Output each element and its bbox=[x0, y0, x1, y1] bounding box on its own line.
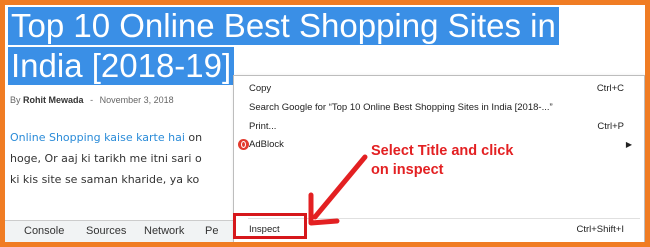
menu-item-label: Copy bbox=[249, 83, 272, 94]
menu-item-label: Search Google for “Top 10 Online Best Sh… bbox=[249, 102, 553, 113]
menu-item-copy[interactable]: Copy Ctrl+C bbox=[249, 81, 634, 97]
menu-item-label: AdBlock bbox=[249, 139, 284, 150]
menu-item-shortcut: Ctrl+Shift+I bbox=[576, 224, 624, 235]
inspect-highlight-box bbox=[233, 213, 307, 239]
menu-item-print[interactable]: Print... Ctrl+P bbox=[249, 119, 634, 135]
menu-item-shortcut: Ctrl+C bbox=[596, 83, 624, 94]
byline-separator: - bbox=[90, 95, 94, 105]
body-line-text: hoge, Or aaj ki tarikh me itni sari o bbox=[10, 152, 202, 165]
author-link[interactable]: Rohit Mewada bbox=[23, 95, 84, 105]
annotation-line-2: on inspect bbox=[371, 162, 444, 178]
article-body: Online Shopping kaise karte hai on hoge,… bbox=[10, 127, 240, 232]
menu-item-label: Print... bbox=[249, 121, 277, 132]
submenu-arrow-icon: ▶ bbox=[625, 140, 632, 149]
body-line: hoge, Or aaj ki tarikh me itni sari o bbox=[10, 148, 240, 169]
annotation-text: Select Title and click on inspect bbox=[371, 142, 571, 180]
adblock-icon bbox=[238, 139, 249, 150]
body-link[interactable]: Online Shopping kaise karte hai bbox=[10, 131, 185, 144]
byline: By Rohit Mewada - November 3, 2018 bbox=[10, 95, 174, 105]
post-date: November 3, 2018 bbox=[99, 95, 174, 105]
devtools-tab-sources[interactable]: Sources bbox=[86, 225, 126, 237]
body-line-text: ki kis site se saman kharide, ya ko bbox=[10, 173, 200, 186]
body-line: ki kis site se saman kharide, ya ko bbox=[10, 169, 240, 190]
body-line-text: on bbox=[184, 131, 203, 144]
devtools-tab-performance[interactable]: Pe bbox=[205, 225, 218, 237]
body-line: Online Shopping kaise karte hai on bbox=[10, 127, 240, 148]
article-title[interactable]: Top 10 Online Best Shopping Sites in Ind… bbox=[8, 7, 628, 85]
pointer-arrow-icon bbox=[308, 154, 368, 226]
byline-prefix: By bbox=[10, 95, 21, 105]
menu-item-search-google[interactable]: Search Google for “Top 10 Online Best Sh… bbox=[249, 100, 634, 116]
menu-item-shortcut: Ctrl+P bbox=[597, 121, 624, 132]
title-line-1[interactable]: Top 10 Online Best Shopping Sites in bbox=[8, 7, 559, 45]
devtools-tab-network[interactable]: Network bbox=[144, 225, 184, 237]
title-line-2[interactable]: India [2018-19] bbox=[8, 47, 235, 85]
devtools-tab-console[interactable]: Console bbox=[24, 225, 64, 237]
screenshot-frame: Top 10 Online Best Shopping Sites in Ind… bbox=[0, 0, 650, 247]
annotation-line-1: Select Title and click bbox=[371, 143, 514, 159]
